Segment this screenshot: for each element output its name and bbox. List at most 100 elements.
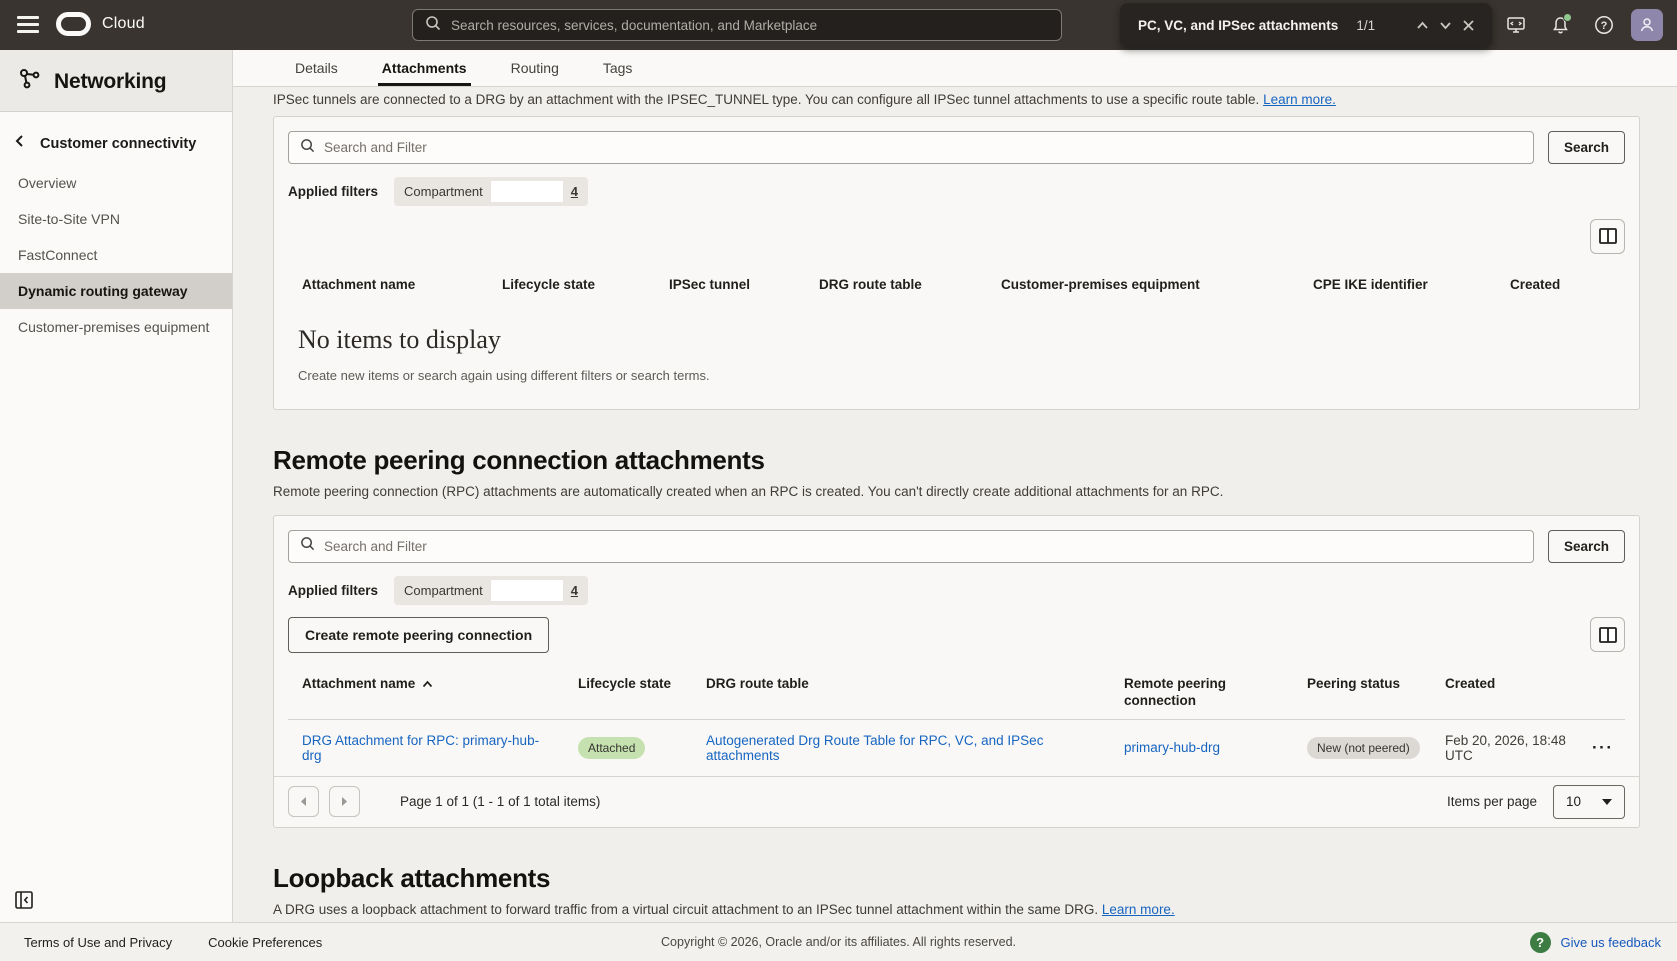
lifecycle-state-badge: Attached: [578, 737, 645, 759]
loopback-learn-more-link[interactable]: Learn more.: [1102, 902, 1175, 917]
sidebar-item-overview[interactable]: Overview: [0, 165, 232, 201]
column-header[interactable]: Peering status: [1293, 667, 1431, 719]
ipsec-learn-more-link[interactable]: Learn more.: [1263, 92, 1336, 107]
filter-count[interactable]: 4: [571, 583, 578, 598]
brand-name: Cloud: [102, 15, 145, 33]
rpc-attachments-panel: Search Applied filters Compartment 4 Cre…: [273, 515, 1640, 828]
page-size-value: 10: [1566, 794, 1581, 809]
row-actions-menu-icon[interactable]: [1592, 738, 1621, 758]
give-us-feedback-link[interactable]: Give us feedback: [1561, 935, 1661, 950]
column-header[interactable]: DRG route table: [805, 268, 987, 303]
tab-routing[interactable]: Routing: [511, 50, 559, 86]
sidebar-item-customer-premises-equipment[interactable]: Customer-premises equipment: [0, 309, 232, 345]
sidebar-item-dynamic-routing-gateway[interactable]: Dynamic routing gateway: [0, 273, 232, 309]
global-search-input[interactable]: [451, 18, 1049, 33]
column-header[interactable]: Lifecycle state: [564, 667, 692, 719]
create-remote-peering-connection-button[interactable]: Create remote peering connection: [288, 617, 549, 653]
ipsec-empty-state: No items to display Create new items or …: [274, 303, 1639, 409]
hamburger-menu-icon[interactable]: [17, 16, 39, 33]
tab-attachments[interactable]: Attachments: [382, 50, 467, 86]
copyright-text: Copyright © 2026, Oracle and/or its affi…: [661, 935, 1016, 949]
column-header-sorted[interactable]: Attachment name: [288, 667, 564, 719]
cloud-shell-icon[interactable]: [1499, 8, 1533, 42]
peering-status-badge: New (not peered): [1307, 737, 1420, 759]
rpc-search-button[interactable]: Search: [1548, 530, 1625, 563]
find-previous-icon[interactable]: [1415, 12, 1430, 38]
rpc-compartment-filter-chip[interactable]: Compartment 4: [394, 576, 588, 605]
column-header[interactable]: Customer-premises equipment: [987, 268, 1299, 303]
sidebar-header: Networking: [0, 50, 232, 111]
topbar-utilities: ?: [1499, 0, 1677, 50]
filter-name: Compartment: [404, 583, 483, 598]
sort-ascending-icon: [422, 676, 433, 695]
help-icon[interactable]: ?: [1587, 8, 1621, 42]
find-next-icon[interactable]: [1438, 12, 1453, 38]
column-header[interactable]: Remote peering connection: [1110, 667, 1293, 719]
filter-count[interactable]: 4: [571, 184, 578, 199]
column-header[interactable]: Created: [1496, 268, 1625, 303]
ipsec-search-input[interactable]: [324, 140, 1522, 155]
compartment-value-redacted: [491, 580, 563, 601]
brand[interactable]: Cloud: [56, 12, 145, 36]
column-header[interactable]: DRG route table: [692, 667, 1110, 719]
column-header[interactable]: Created: [1431, 667, 1578, 719]
column-header[interactable]: Lifecycle state: [488, 268, 655, 303]
ipsec-applied-filters-label: Applied filters: [288, 184, 378, 199]
feedback-help-icon: ?: [1530, 932, 1551, 953]
items-per-page-select[interactable]: 10: [1553, 785, 1625, 819]
ipsec-search-filter-field[interactable]: [288, 131, 1534, 164]
attachment-name-link[interactable]: DRG Attachment for RPC: primary-hub-drg: [302, 733, 554, 763]
page-info-text: Page 1 of 1 (1 - 1 of 1 total items): [400, 794, 600, 809]
compartment-value-redacted: [491, 181, 563, 202]
ipsec-table-header: Attachment name Lifecycle state IPSec tu…: [288, 268, 1625, 303]
search-icon: [300, 536, 315, 556]
tab-bar: Details Attachments Routing Tags: [233, 50, 1677, 87]
tab-tags[interactable]: Tags: [603, 50, 633, 86]
notification-badge: [1563, 13, 1572, 22]
notifications-bell-icon[interactable]: [1543, 8, 1577, 42]
page-footer: Terms of Use and Privacy Cookie Preferen…: [0, 922, 1677, 961]
ipsec-search-button[interactable]: Search: [1548, 131, 1625, 164]
empty-state-message: Create new items or search again using d…: [298, 368, 1615, 383]
loopback-description-text: A DRG uses a loopback attachment to forw…: [273, 902, 1098, 917]
find-query-text[interactable]: PC, VC, and IPSec attachments: [1138, 18, 1338, 33]
find-close-icon[interactable]: [1461, 12, 1476, 38]
rpc-section-title: Remote peering connection attachments: [273, 445, 1640, 476]
column-header[interactable]: Attachment name: [288, 268, 488, 303]
svg-text:?: ?: [1601, 20, 1608, 32]
find-match-count: 1/1: [1356, 18, 1375, 33]
sidebar-group-label: Customer connectivity: [40, 136, 196, 152]
column-header[interactable]: IPSec tunnel: [655, 268, 805, 303]
filter-name: Compartment: [404, 184, 483, 199]
sidebar-item-fastconnect[interactable]: FastConnect: [0, 237, 232, 273]
search-icon: [425, 15, 441, 36]
column-header[interactable]: CPE IKE identifier: [1299, 268, 1496, 303]
search-icon: [300, 138, 315, 158]
ipsec-column-settings-button[interactable]: [1590, 219, 1625, 254]
global-search-bar[interactable]: [412, 9, 1062, 41]
rpc-search-filter-field[interactable]: [288, 530, 1534, 563]
user-avatar[interactable]: [1631, 9, 1663, 41]
terms-of-use-link[interactable]: Terms of Use and Privacy: [24, 935, 172, 950]
chevron-left-icon: [14, 134, 24, 153]
next-page-button[interactable]: [329, 786, 360, 817]
rpc-search-input[interactable]: [324, 539, 1522, 554]
drg-route-table-link[interactable]: Autogenerated Drg Route Table for RPC, V…: [706, 733, 1100, 763]
tab-details[interactable]: Details: [295, 50, 338, 86]
main-content: Details Attachments Routing Tags IPSec t…: [233, 50, 1677, 961]
loopback-section-title: Loopback attachments: [273, 863, 1640, 894]
sidebar-group-customer-connectivity[interactable]: Customer connectivity: [0, 112, 232, 165]
ipsec-intro-text: IPSec tunnels are connected to a DRG by …: [273, 92, 1259, 107]
created-timestamp: Feb 20, 2026, 18:48 UTC: [1431, 720, 1578, 776]
sidebar-item-site-to-site-vpn[interactable]: Site-to-Site VPN: [0, 201, 232, 237]
rpc-table-header: Attachment name Lifecycle state DRG rout…: [288, 667, 1625, 720]
remote-peering-connection-link[interactable]: primary-hub-drg: [1124, 740, 1220, 755]
cookie-preferences-link[interactable]: Cookie Preferences: [208, 935, 322, 950]
previous-page-button[interactable]: [288, 786, 319, 817]
rpc-column-settings-button[interactable]: [1590, 617, 1625, 652]
collapse-sidebar-icon[interactable]: [14, 890, 36, 912]
empty-state-title: No items to display: [298, 325, 1615, 355]
ipsec-compartment-filter-chip[interactable]: Compartment 4: [394, 177, 588, 206]
rpc-section-description: Remote peering connection (RPC) attachme…: [273, 484, 1640, 499]
ipsec-attachments-panel: Search Applied filters Compartment 4: [273, 116, 1640, 410]
